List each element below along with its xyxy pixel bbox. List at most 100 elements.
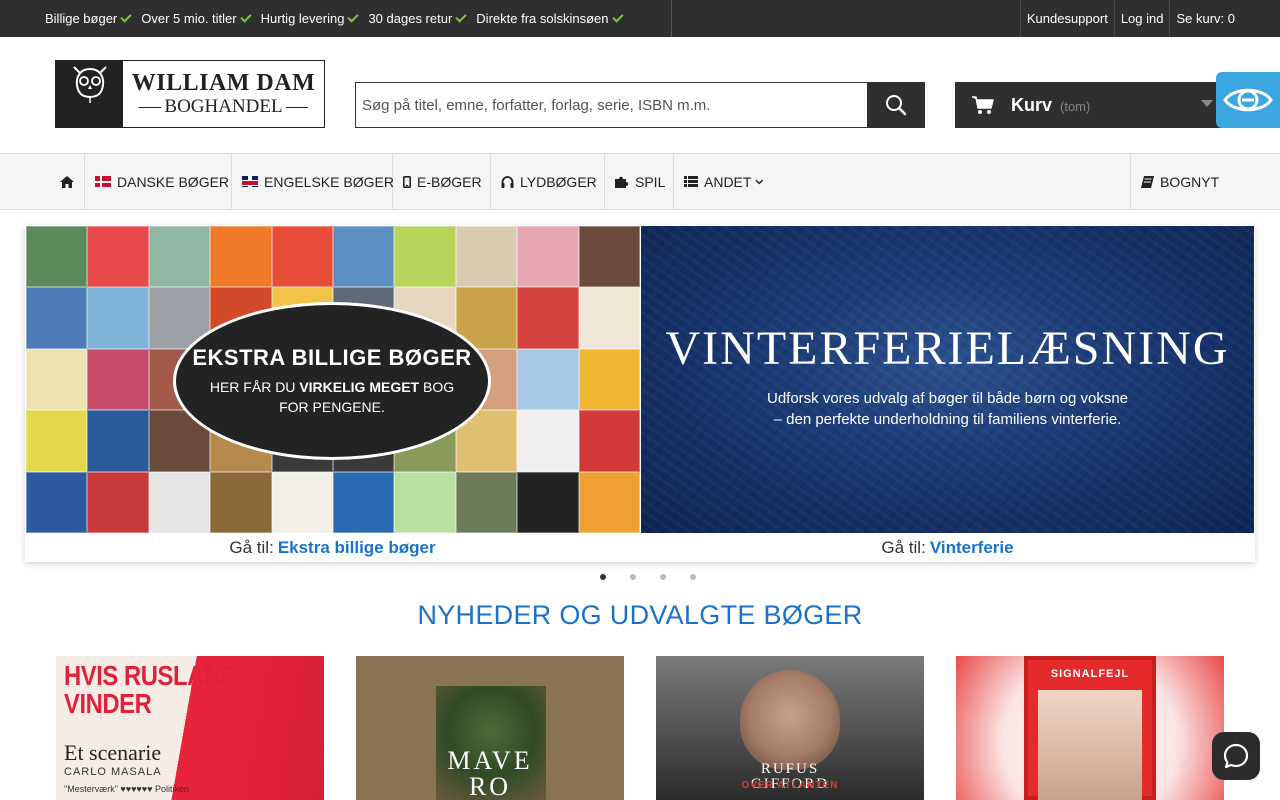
- eye-icon: [1223, 88, 1273, 112]
- product-card[interactable]: SIGNALFEJL: [956, 656, 1224, 800]
- puzzle-icon: [615, 176, 629, 188]
- headphones-icon: [501, 175, 514, 188]
- nav-label: SPIL: [635, 173, 666, 190]
- banner-subtitle-bold: VIRKELIG MEGET: [299, 379, 420, 395]
- search-bar: [355, 82, 925, 128]
- nav-label: DANSKE BØGER: [117, 173, 230, 190]
- cover-subtitle: Et scenarie: [64, 740, 162, 765]
- book-icon: [1141, 175, 1154, 188]
- list-icon: [684, 176, 698, 187]
- main-nav: DANSKE BØGER ENGELSKE BØGER E-BØGER LYDB…: [0, 153, 1280, 210]
- slider-dot[interactable]: [660, 574, 666, 580]
- logo-name: WILLIAM DAM: [131, 70, 316, 96]
- banner-title: EKSTRA BILLIGE BØGER: [192, 345, 472, 370]
- top-bar: Billige bøger Over 5 mio. titler Hurtig …: [0, 0, 1280, 37]
- check-icon: [611, 10, 624, 23]
- search-input[interactable]: [355, 82, 867, 128]
- cart-status: (tom): [1060, 99, 1091, 114]
- nav-home[interactable]: [50, 154, 85, 209]
- cover-title-line: RO: [468, 772, 512, 800]
- slider-dot[interactable]: [630, 574, 636, 580]
- search-icon: [886, 95, 907, 116]
- logo-wordmark: WILLIAM DAM BOGHANDEL: [123, 61, 324, 127]
- usp-list: Billige bøger Over 5 mio. titler Hurtig …: [45, 0, 633, 37]
- account-links: Kundesupport Log ind Se kurv: 0: [1019, 0, 1280, 37]
- product-card[interactable]: RUFUS GIFFORD OVER ATLANTEN: [656, 656, 924, 800]
- cheap-books-badge: EKSTRA BILLIGE BØGER HER FÅR DU VIRKELIG…: [173, 302, 491, 460]
- cart-icon: [972, 96, 994, 114]
- cover-portrait: [740, 670, 840, 770]
- tablet-icon: [403, 175, 411, 188]
- winter-holiday-link[interactable]: Vinterferie: [930, 538, 1014, 558]
- search-button[interactable]: [867, 82, 925, 128]
- banner-caption: Gå til: Ekstra billige bøger: [25, 534, 640, 562]
- cart-button[interactable]: Kurv (tom): [955, 82, 1225, 128]
- banner-winter-reading[interactable]: VINTERFERIELÆSNING Udforsk vores udvalg …: [641, 226, 1254, 533]
- nav-label: E-BØGER: [417, 173, 482, 190]
- nav-e-boger[interactable]: E-BØGER: [393, 154, 491, 209]
- view-cart-link[interactable]: Se kurv: 0: [1169, 0, 1280, 37]
- chat-button[interactable]: [1212, 732, 1260, 780]
- nav-lydboger[interactable]: LYDBØGER: [491, 154, 605, 209]
- home-icon: [60, 175, 74, 188]
- caption-prefix: Gå til:: [881, 538, 926, 557]
- danish-flag-icon: [95, 176, 111, 187]
- cover-author: CARLO MASALA: [64, 766, 162, 778]
- banner-subtitle: Udforsk vores udvalg af bøger til både b…: [641, 388, 1254, 430]
- usp-item: Over 5 mio. titler: [141, 10, 252, 26]
- site-logo[interactable]: WILLIAM DAM BOGHANDEL: [55, 60, 325, 128]
- usp-label: Direkte fra solskinsøen: [476, 11, 609, 26]
- divider: [671, 0, 672, 37]
- nav-spil[interactable]: SPIL: [605, 154, 674, 209]
- check-icon: [120, 10, 132, 23]
- owl-logo-icon: [56, 61, 123, 127]
- cover-title-line: VINDER: [64, 688, 152, 719]
- banner-slider: EKSTRA BILLIGE BØGER HER FÅR DU VIRKELIG…: [25, 225, 1255, 562]
- cover-subtitle: OVER ATLANTEN: [741, 780, 839, 791]
- banner-subtitle-part: HER FÅR DU: [209, 379, 300, 395]
- usp-label: 30 dages retur: [368, 11, 453, 26]
- nav-danske-boger[interactable]: DANSKE BØGER: [85, 154, 232, 209]
- nav-label: ENGELSKE BØGER: [264, 173, 394, 190]
- check-icon: [239, 10, 252, 23]
- chevron-down-icon: [1201, 100, 1213, 107]
- cover-title: MAVE RO: [356, 748, 624, 800]
- slider-dot[interactable]: [600, 574, 606, 580]
- usp-item: Billige bøger: [45, 10, 132, 26]
- cover-title-line: MAVE: [447, 746, 533, 775]
- product-card[interactable]: HVIS RUSLAND VINDER Et scenarie CARLO MA…: [56, 656, 324, 800]
- nav-engelske-boger[interactable]: ENGELSKE BØGER: [232, 154, 394, 209]
- check-icon: [455, 10, 467, 23]
- section-title: NYHEDER OG UDVALGTE BØGER: [417, 600, 863, 630]
- cover-portrait: [1038, 690, 1142, 800]
- banner-subtitle-line: – den perfekte underholdning til familie…: [773, 411, 1122, 428]
- usp-item: Hurtig levering: [261, 10, 360, 26]
- slider-dot[interactable]: [690, 574, 696, 580]
- cover-title-line: RUFUS: [760, 761, 820, 777]
- uk-flag-icon: [242, 176, 258, 187]
- nav-label: BOGNYT: [1160, 173, 1220, 190]
- customer-support-link[interactable]: Kundesupport: [1019, 0, 1114, 37]
- cover-title: HVIS RUSLAND VINDER: [64, 660, 238, 719]
- usp-item: Direkte fra solskinsøen: [476, 10, 624, 26]
- nav-label: ANDET: [704, 173, 752, 190]
- nav-bognyt[interactable]: BOGNYT: [1131, 154, 1231, 209]
- cover-title-line: HVIS RUSLAND: [64, 660, 238, 691]
- banner-caption: Gå til: Vinterferie: [640, 534, 1255, 562]
- check-icon: [347, 10, 360, 23]
- accessibility-button[interactable]: [1216, 72, 1280, 128]
- login-link[interactable]: Log ind: [1113, 0, 1170, 37]
- slider-pagination: [600, 574, 720, 580]
- banner-cheap-books[interactable]: EKSTRA BILLIGE BØGER HER FÅR DU VIRKELIG…: [26, 226, 640, 533]
- nav-andet-dropdown[interactable]: ANDET: [674, 154, 774, 209]
- chat-bubble-icon: [1223, 743, 1249, 769]
- caption-prefix: Gå til:: [229, 538, 274, 557]
- cheap-books-link[interactable]: Ekstra billige bøger: [278, 538, 436, 558]
- usp-label: Billige bøger: [45, 11, 118, 26]
- nav-label: LYDBØGER: [520, 173, 597, 190]
- chevron-down-icon: [755, 179, 764, 184]
- usp-item: 30 dages retur: [368, 10, 467, 26]
- product-card[interactable]: MAVE RO: [356, 656, 624, 800]
- banner-subtitle-line: Udforsk vores udvalg af bøger til både b…: [766, 390, 1129, 407]
- banner-subtitle: HER FÅR DU VIRKELIG MEGET BOG FOR PENGEN…: [197, 377, 467, 417]
